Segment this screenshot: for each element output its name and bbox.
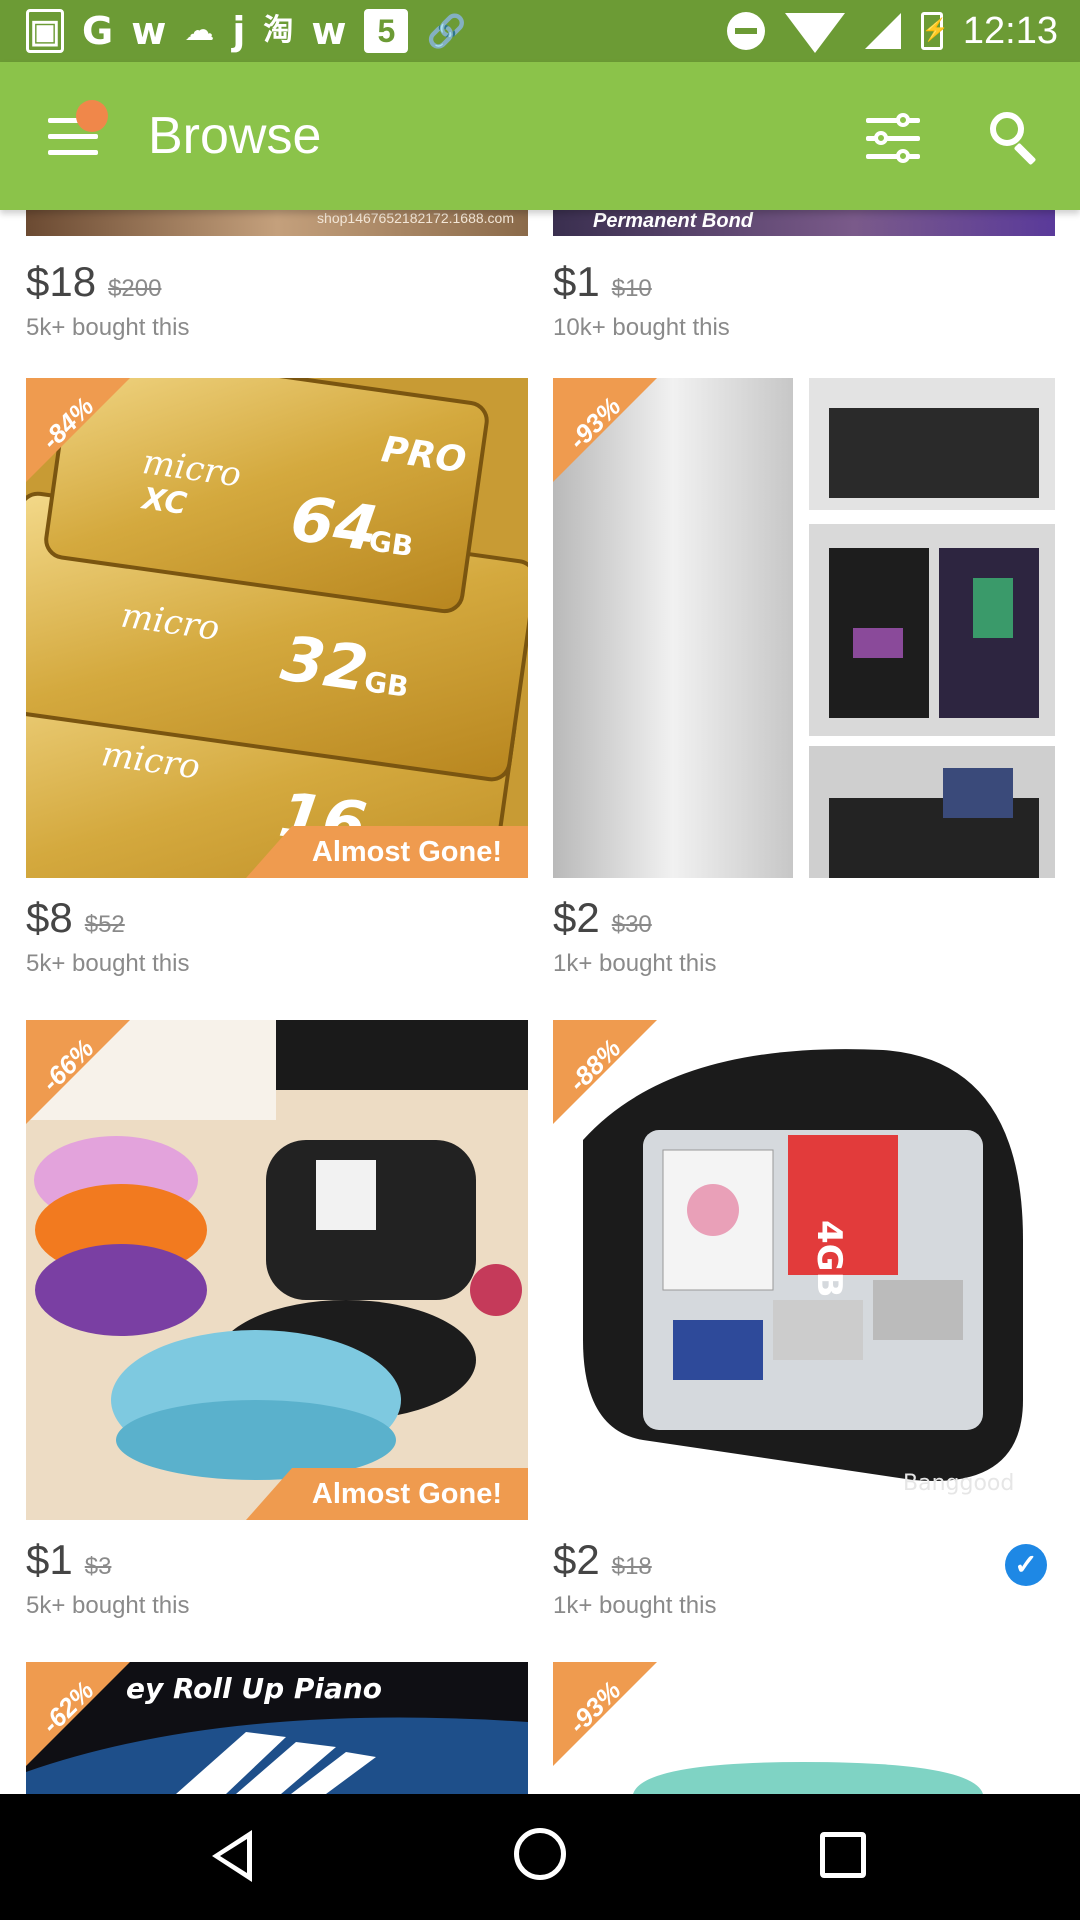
- w-app-icon-2: w: [311, 9, 347, 53]
- svg-text:XC: XC: [138, 481, 189, 522]
- w-app-icon: w: [131, 9, 167, 53]
- svg-text:32: 32: [277, 621, 373, 705]
- product-card[interactable]: -93%: [553, 1662, 1055, 1794]
- home-icon[interactable]: [514, 1828, 566, 1880]
- product-image: -93%: [553, 1662, 1055, 1794]
- product-price: $1: [553, 258, 600, 305]
- product-price: $18: [26, 258, 97, 305]
- system-navigation-bar: [0, 1794, 1080, 1920]
- product-grid[interactable]: shop1467652182172.1688.com $18 $200 5k+ …: [0, 210, 1080, 1794]
- product-price: $1: [26, 1536, 73, 1583]
- product-image: shop1467652182172.1688.com: [26, 210, 528, 236]
- g-app-icon: G: [82, 9, 114, 53]
- original-price: $200: [108, 275, 162, 302]
- app-bar: Browse: [0, 62, 1080, 210]
- almost-gone-tag: Almost Gone!: [246, 1468, 528, 1520]
- back-icon[interactable]: [212, 1830, 252, 1882]
- search-button[interactable]: [988, 110, 1042, 166]
- svg-text:GB: GB: [362, 665, 410, 704]
- recent-apps-icon[interactable]: [820, 1832, 866, 1878]
- sd-card-icon: ▣: [26, 9, 64, 53]
- bought-count: 10k+ bought this: [553, 314, 730, 341]
- product-image: 4GB Banggood -88%: [553, 1020, 1055, 1520]
- product-image: micro XC PRO 64 GB micro 32 GB micro 16 …: [26, 378, 528, 878]
- original-price: $18: [611, 1553, 652, 1580]
- j-app-icon: j: [232, 9, 246, 53]
- link-icon: 🔗: [426, 12, 467, 50]
- original-price: $30: [611, 911, 652, 938]
- svg-text:Banggood: Banggood: [903, 1471, 1014, 1496]
- notification-icons: ▣ G w ☁ j 淘 w 5 🔗: [0, 9, 466, 53]
- product-image: -93%: [553, 378, 1055, 878]
- svg-text:4GB: 4GB: [809, 1220, 849, 1297]
- almost-gone-tag: Almost Gone!: [246, 826, 528, 878]
- filter-button[interactable]: [866, 113, 920, 164]
- original-price: $10: [611, 275, 652, 302]
- original-price: $3: [84, 1553, 112, 1580]
- system-status: 12:13: [726, 0, 1058, 62]
- product-image: ey Roll Up Piano -62%: [26, 1662, 528, 1794]
- five-app-icon: 5: [364, 9, 409, 53]
- image-caption: Permanent Bond: [593, 210, 754, 232]
- product-card[interactable]: ey Roll Up Piano -62%: [26, 1662, 528, 1794]
- cloud-icon: ☁: [184, 13, 215, 48]
- battery-charging-icon: [920, 12, 949, 50]
- taobao-icon: 淘: [263, 13, 294, 48]
- verified-check-icon: ✓: [1005, 1544, 1047, 1586]
- clock: 12:13: [962, 9, 1058, 52]
- product-card[interactable]: -66% Almost Gone! $1 $3 5k+ bought this: [26, 1020, 528, 1640]
- product-card[interactable]: -93% $2 $30 1k+ bought this: [553, 378, 1055, 998]
- bought-count: 5k+ bought this: [26, 950, 190, 977]
- wifi-icon: [784, 13, 845, 53]
- product-card[interactable]: micro XC PRO 64 GB micro 32 GB micro 16 …: [26, 378, 528, 998]
- product-price: $2: [553, 894, 600, 941]
- product-image: Permanent Bond: [553, 210, 1055, 236]
- svg-text:ey Roll Up Piano: ey Roll Up Piano: [126, 1672, 382, 1705]
- original-price: $52: [84, 911, 125, 938]
- product-price: $2: [553, 1536, 600, 1583]
- product-card[interactable]: 4GB Banggood -88% $2 $18 ✓ 1k+ bought th…: [553, 1020, 1055, 1640]
- product-price: $8: [26, 894, 73, 941]
- do-not-disturb-icon: [726, 12, 765, 50]
- bought-count: 5k+ bought this: [26, 1592, 190, 1619]
- product-image: -66% Almost Gone!: [26, 1020, 528, 1520]
- page-title: Browse: [148, 107, 322, 165]
- product-card[interactable]: shop1467652182172.1688.com $18 $200 5k+ …: [26, 210, 528, 350]
- notification-dot: [76, 100, 108, 132]
- status-bar: ▣ G w ☁ j 淘 w 5 🔗 12:13: [0, 0, 1080, 62]
- cell-signal-icon: [864, 13, 901, 49]
- bought-count: 5k+ bought this: [26, 314, 190, 341]
- svg-text:GB: GB: [367, 524, 415, 563]
- bought-count: 1k+ bought this: [553, 1592, 717, 1619]
- product-card[interactable]: Permanent Bond $1 $10 10k+ bought this: [553, 210, 1055, 350]
- image-watermark: shop1467652182172.1688.com: [317, 210, 514, 226]
- bought-count: 1k+ bought this: [553, 950, 717, 977]
